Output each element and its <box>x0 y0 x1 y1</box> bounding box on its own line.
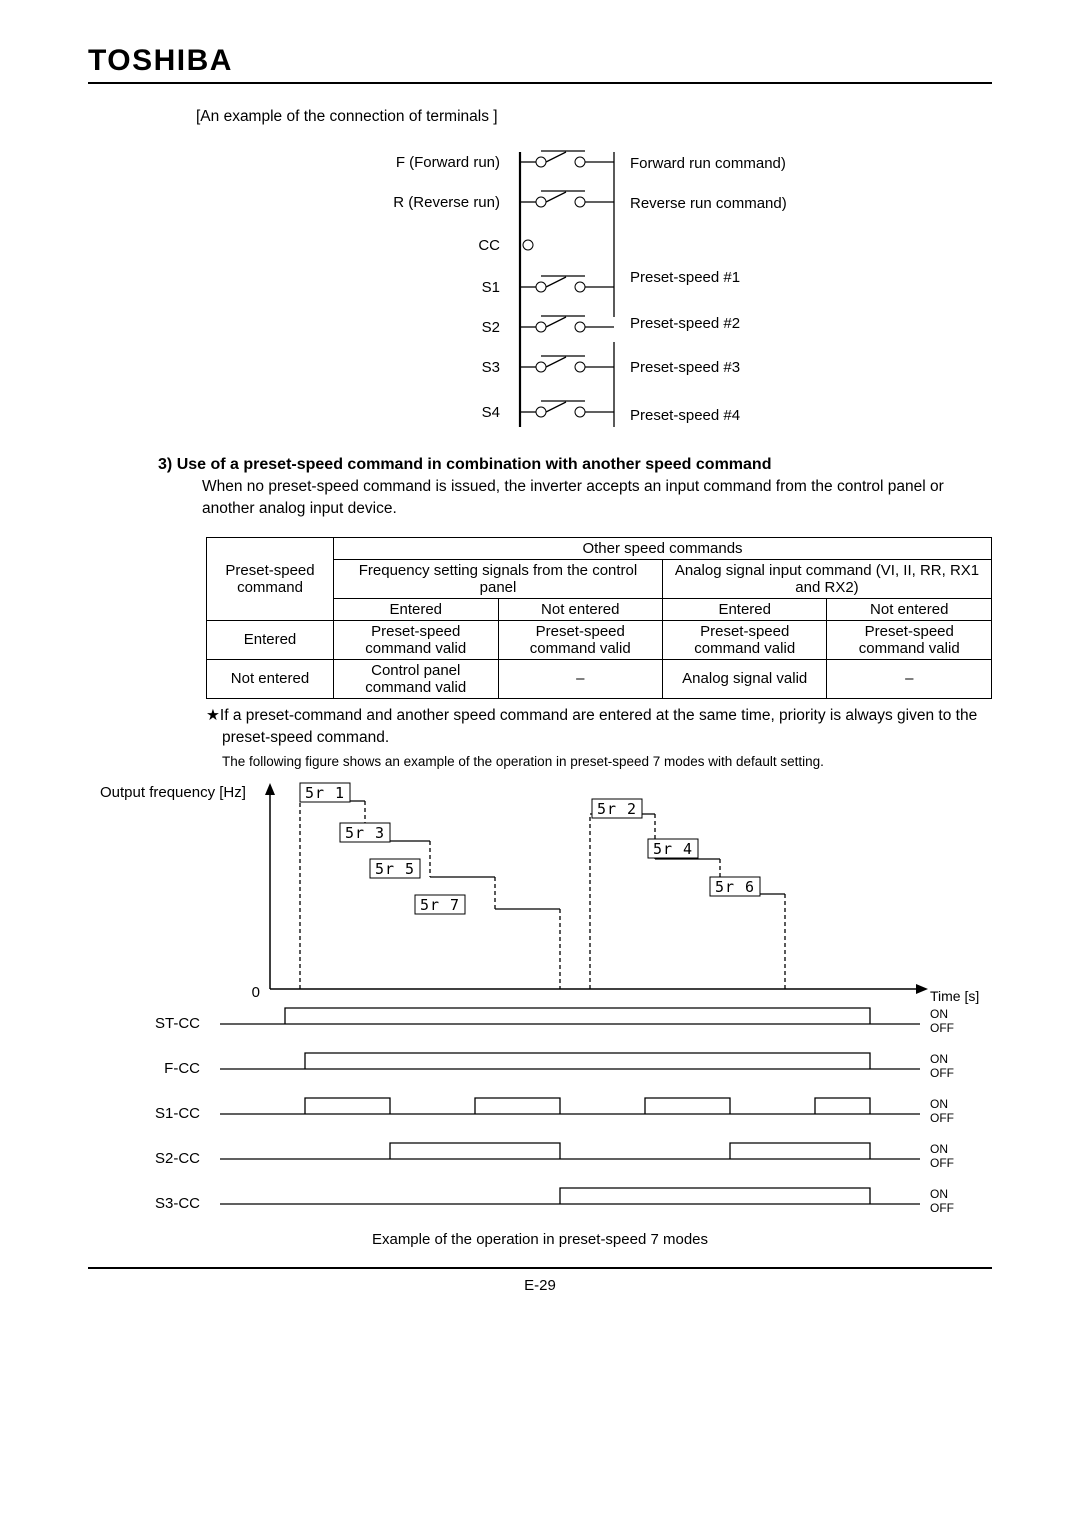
table-cell: Preset-speed command valid <box>662 620 826 659</box>
preset-speed-table: Preset-speed command Other speed command… <box>206 537 992 699</box>
svg-text:ON: ON <box>930 1007 948 1021</box>
section-number: 3) <box>158 456 172 473</box>
svg-text:5r 4: 5r 4 <box>653 840 693 858</box>
svg-text:S1-CC: S1-CC <box>155 1105 200 1122</box>
table-cell: Preset-speed command valid <box>827 620 992 659</box>
svg-text:Reverse run command): Reverse run command) <box>630 195 787 212</box>
bottom-rule <box>88 1267 992 1269</box>
svg-text:Preset-speed #2: Preset-speed #2 <box>630 315 740 332</box>
svg-text:Output frequency [Hz]: Output frequency [Hz] <box>100 784 246 801</box>
svg-text:5r 6: 5r 6 <box>715 878 755 896</box>
section-body: When no preset-speed command is issued, … <box>202 476 992 521</box>
col-header: Entered <box>662 598 826 620</box>
col-subgroup: Frequency setting signals from the contr… <box>334 559 663 598</box>
col-group-header: Other speed commands <box>334 537 992 559</box>
svg-text:OFF: OFF <box>930 1156 954 1170</box>
table-cell: – <box>827 659 992 698</box>
top-rule <box>88 82 992 84</box>
svg-text:5r 2: 5r 2 <box>597 800 637 818</box>
svg-text:CC: CC <box>478 237 500 254</box>
table-cell: – <box>498 659 662 698</box>
svg-text:OFF: OFF <box>930 1111 954 1125</box>
col-header: Entered <box>334 598 499 620</box>
svg-text:R (Reverse run): R (Reverse run) <box>393 194 500 211</box>
row-label: Entered <box>207 620 334 659</box>
svg-text:Preset-speed #3: Preset-speed #3 <box>630 359 740 376</box>
svg-text:5r 7: 5r 7 <box>420 896 460 914</box>
terminal-diagram: F (Forward run) Forward run command) R (… <box>190 132 890 432</box>
col-header: Not entered <box>827 598 992 620</box>
svg-text:Time [s]: Time [s] <box>930 988 979 1004</box>
svg-text:Preset-speed #4: Preset-speed #4 <box>630 407 740 424</box>
svg-text:Preset-speed #1: Preset-speed #1 <box>630 269 740 286</box>
col-subgroup: Analog signal input command (VI, II, RR,… <box>662 559 991 598</box>
svg-text:OFF: OFF <box>930 1201 954 1215</box>
svg-text:S2: S2 <box>482 319 500 336</box>
table-cell: Preset-speed command valid <box>498 620 662 659</box>
priority-note: ★If a preset-command and another speed c… <box>206 705 992 748</box>
svg-text:S3-CC: S3-CC <box>155 1195 200 1212</box>
svg-text:5r 1: 5r 1 <box>305 784 345 802</box>
svg-text:S1: S1 <box>482 279 500 296</box>
svg-text:5r 3: 5r 3 <box>345 824 385 842</box>
svg-text:5r 5: 5r 5 <box>375 860 415 878</box>
svg-text:OFF: OFF <box>930 1021 954 1035</box>
svg-text:ST-CC: ST-CC <box>155 1015 200 1032</box>
svg-text:F-CC: F-CC <box>164 1060 200 1077</box>
table-cell: Analog signal valid <box>662 659 826 698</box>
svg-text:S2-CC: S2-CC <box>155 1150 200 1167</box>
brand-logo: TOSHIBA <box>88 44 992 78</box>
svg-text:S4: S4 <box>482 404 500 421</box>
svg-text:ON: ON <box>930 1097 948 1111</box>
figure-note: The following figure shows an example of… <box>222 754 992 769</box>
svg-text:S3: S3 <box>482 359 500 376</box>
svg-text:ON: ON <box>930 1052 948 1066</box>
svg-text:F (Forward run): F (Forward run) <box>396 154 500 171</box>
svg-text:0: 0 <box>252 984 260 1001</box>
svg-text:Example of the operation in pr: Example of the operation in preset-speed… <box>372 1231 708 1248</box>
svg-text:ON: ON <box>930 1187 948 1201</box>
timing-diagram: Output frequency [Hz] 0 Time [s] <box>90 779 990 1249</box>
table-cell: Control panel command valid <box>334 659 499 698</box>
row-group-header: Preset-speed command <box>207 537 334 620</box>
col-header: Not entered <box>498 598 662 620</box>
page-number: E-29 <box>88 1277 992 1294</box>
row-label: Not entered <box>207 659 334 698</box>
svg-text:OFF: OFF <box>930 1066 954 1080</box>
table-cell: Preset-speed command valid <box>334 620 499 659</box>
svg-text:ON: ON <box>930 1142 948 1156</box>
section-title: Use of a preset-speed command in combina… <box>177 456 772 473</box>
section-heading: 3) Use of a preset-speed command in comb… <box>158 456 992 474</box>
terminals-caption: [An example of the connection of termina… <box>196 108 992 126</box>
svg-text:Forward run command): Forward run command) <box>630 155 786 172</box>
